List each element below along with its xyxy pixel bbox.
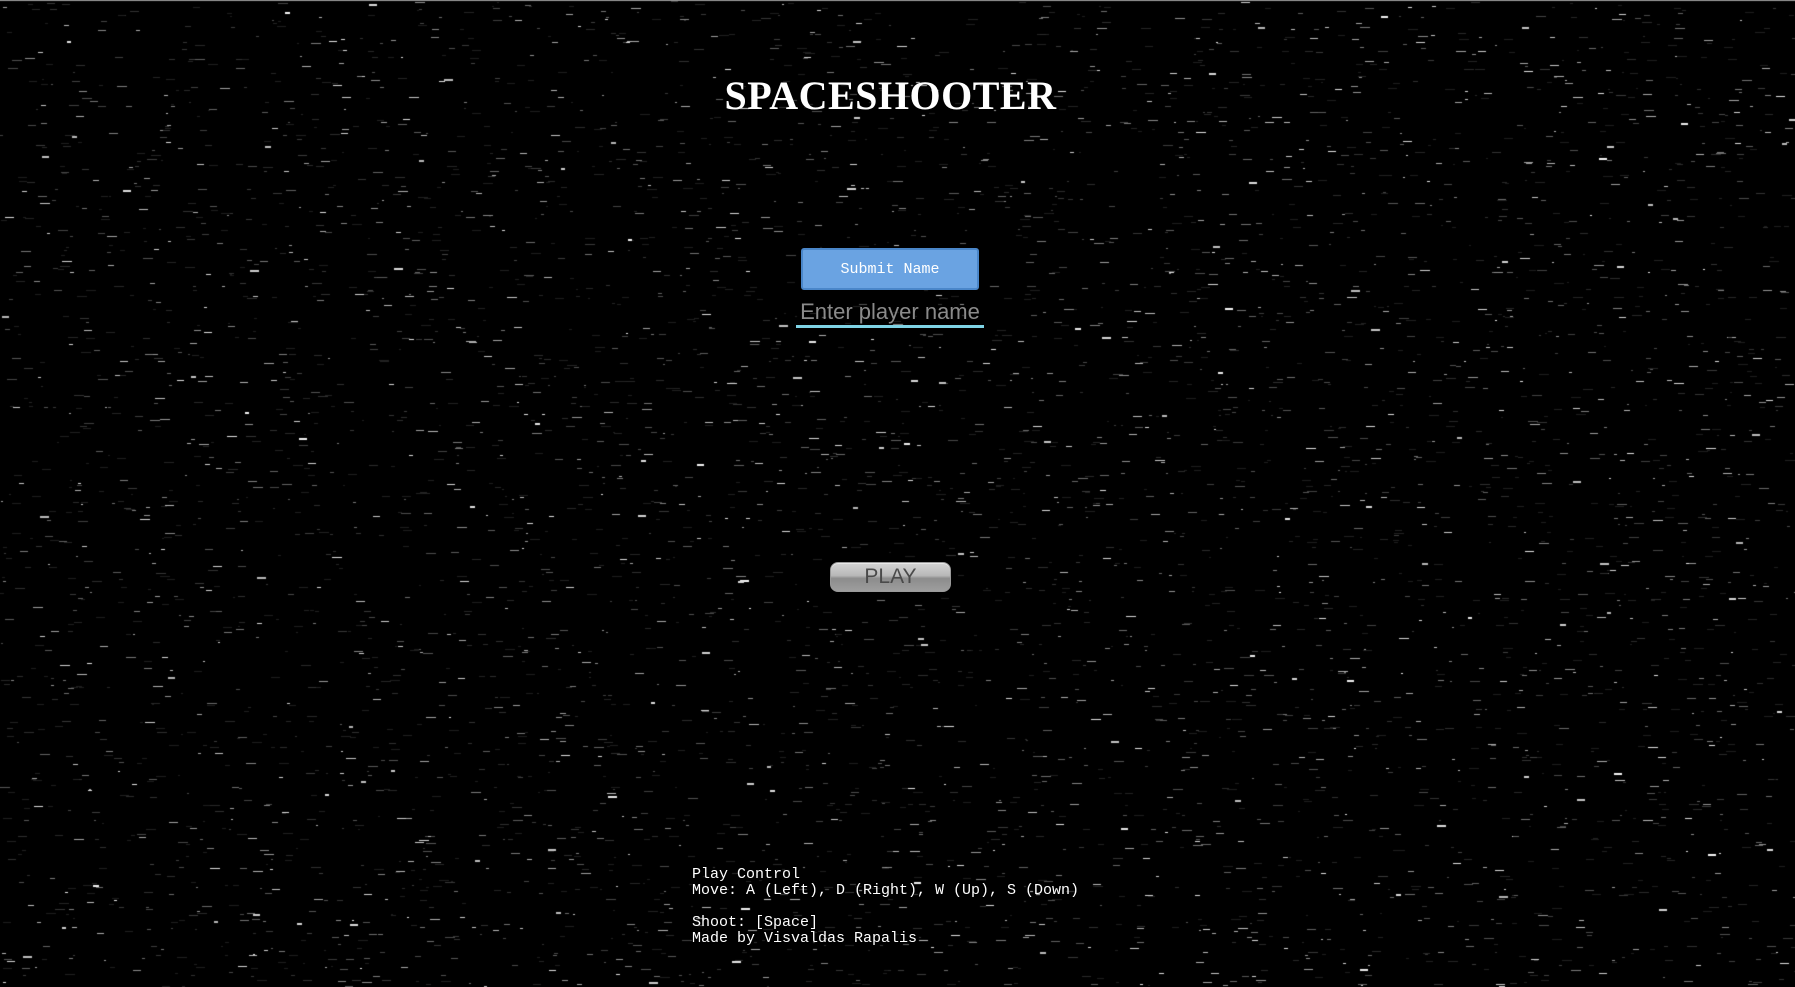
play-button[interactable]: PLAY [830, 562, 951, 592]
submit-name-button[interactable]: Submit Name [801, 248, 979, 290]
credit-text: Made by Visvaldas Rapalis [692, 930, 918, 947]
game-screen: SPACESHOOTER Submit Name PLAY Play Contr… [0, 0, 1795, 987]
controls-move: Move: A (Left), D (Right), W (Up), S (Do… [692, 882, 1080, 899]
controls-heading: Play Control [692, 866, 801, 883]
player-name-input[interactable] [796, 298, 984, 328]
play-controls-info: Play Control Move: A (Left), D (Right), … [692, 867, 1079, 947]
starfield-background [0, 0, 1795, 987]
game-title: SPACESHOOTER [724, 73, 1057, 118]
controls-shoot: Shoot: [Space] [692, 914, 819, 931]
